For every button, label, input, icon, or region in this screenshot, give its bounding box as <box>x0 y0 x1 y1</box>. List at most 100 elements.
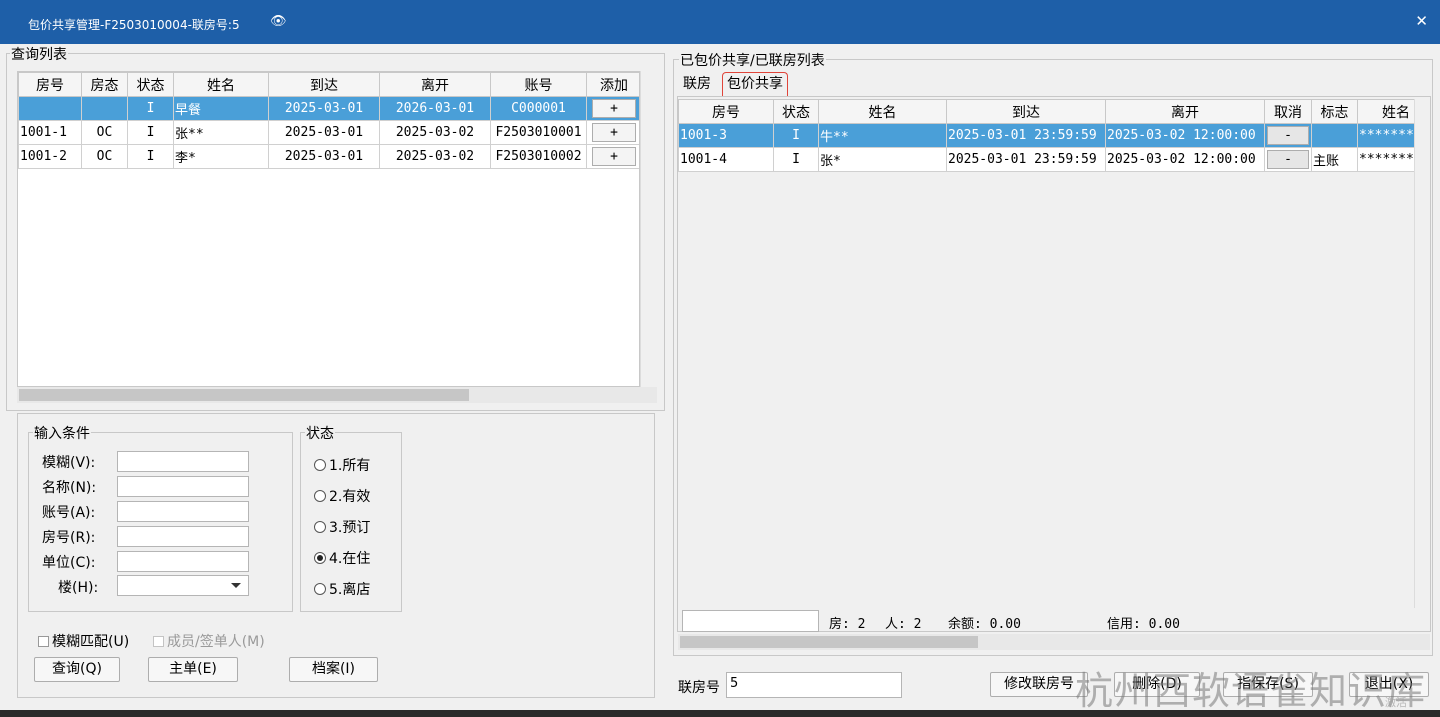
table-row[interactable]: 1001-3 I 牛** 2025-03-01 23:59:59 2025-03… <box>678 123 1414 148</box>
cell-room-state <box>81 96 128 121</box>
cell-status: I <box>773 123 819 148</box>
col-room[interactable]: 房号 <box>678 99 774 124</box>
summary-credit: 信用: 0.00 <box>1107 617 1180 632</box>
radio-icon <box>314 521 326 533</box>
room-input[interactable] <box>117 526 249 547</box>
cell-add: + <box>586 120 639 145</box>
cell-arrive: 2025-03-01 23:59:59 <box>946 123 1106 148</box>
col-name[interactable]: 姓名 <box>173 72 269 97</box>
hscroll-thumb[interactable] <box>680 636 978 648</box>
cell-add: + <box>586 96 639 121</box>
add-button[interactable]: + <box>592 147 636 166</box>
radio-icon <box>314 459 326 471</box>
query-button[interactable]: 查询(Q) <box>34 657 120 682</box>
col-status[interactable]: 状态 <box>773 99 819 124</box>
checkbox-label: 成员/签单人(M) <box>167 634 265 650</box>
col-name-2[interactable]: 姓名 <box>1357 99 1414 124</box>
cell-name-2: ******* <box>1357 147 1414 172</box>
status-radio-all[interactable]: 1.所有 <box>314 455 370 475</box>
share-grid-header: 房号 状态 姓名 到达 离开 取消 标志 姓名 <box>678 99 1414 124</box>
share-grid-hscroll[interactable] <box>678 634 1430 650</box>
col-arrive[interactable]: 到达 <box>268 72 380 97</box>
col-account[interactable]: 账号 <box>490 72 587 97</box>
hscroll-thumb[interactable] <box>19 389 469 401</box>
name-input[interactable] <box>117 476 249 497</box>
cell-depart: 2026-03-01 <box>379 96 491 121</box>
table-row[interactable]: 1001-4 I 张* 2025-03-01 23:59:59 2025-03-… <box>678 147 1414 172</box>
col-room[interactable]: 房号 <box>18 72 82 97</box>
fuzzy-label: 模糊(V): <box>42 455 96 471</box>
main-order-button[interactable]: 主单(E) <box>148 657 238 682</box>
table-row[interactable]: 1001-2 OC I 李* 2025-03-01 2025-03-02 F25… <box>18 144 639 169</box>
building-select[interactable] <box>117 575 249 596</box>
radio-label: 1.所有 <box>329 458 371 474</box>
query-grid-hscroll[interactable] <box>17 387 657 403</box>
cell-status: I <box>773 147 819 172</box>
col-room-state[interactable]: 房态 <box>81 72 128 97</box>
add-button[interactable]: + <box>592 99 636 118</box>
radio-label: 4.在住 <box>329 551 371 567</box>
cell-room: 1001-1 <box>18 120 82 145</box>
col-depart[interactable]: 离开 <box>379 72 491 97</box>
account-label: 账号(A): <box>42 505 96 521</box>
account-input[interactable] <box>117 501 249 522</box>
query-grid-vscroll[interactable] <box>640 71 656 387</box>
col-name[interactable]: 姓名 <box>818 99 947 124</box>
table-row[interactable]: 1001-1 OC I 张** 2025-03-01 2025-03-02 F2… <box>18 120 639 145</box>
fuzzy-input[interactable] <box>117 451 249 472</box>
cell-depart: 2025-03-02 <box>379 144 491 169</box>
link-no-label: 联房号 <box>678 680 720 696</box>
cell-name: 张** <box>173 120 269 145</box>
status-radio-valid[interactable]: 2.有效 <box>314 486 370 506</box>
cancel-button[interactable]: - <box>1267 126 1309 145</box>
unit-label: 单位(C): <box>42 555 96 571</box>
summary-input[interactable] <box>682 610 819 632</box>
cell-depart: 2025-03-02 12:00:00 <box>1105 123 1265 148</box>
cell-arrive: 2025-03-01 23:59:59 <box>946 147 1106 172</box>
bottom-edge <box>0 710 1440 717</box>
unit-input[interactable] <box>117 551 249 572</box>
cell-account: C000001 <box>490 96 587 121</box>
table-row[interactable]: I 早餐 2025-03-01 2026-03-01 C000001 + <box>18 96 639 121</box>
cell-name: 李* <box>173 144 269 169</box>
member-signer-checkbox[interactable]: 成员/签单人(M) <box>153 631 265 651</box>
radio-icon <box>314 490 326 502</box>
fuzzy-match-checkbox[interactable]: 模糊匹配(U) <box>38 631 129 651</box>
cell-depart: 2025-03-02 12:00:00 <box>1105 147 1265 172</box>
close-icon[interactable]: ✕ <box>1415 12 1428 30</box>
status-group-label: 状态 <box>305 423 335 443</box>
cell-room-state: OC <box>81 120 128 145</box>
col-arrive[interactable]: 到达 <box>946 99 1106 124</box>
col-depart[interactable]: 离开 <box>1105 99 1265 124</box>
query-grid-header: 房号 房态 状态 姓名 到达 离开 账号 添加 <box>18 72 639 97</box>
summary-persons: 人: 2 <box>885 617 922 632</box>
query-list-label: 查询列表 <box>10 44 68 64</box>
profile-button[interactable]: 档案(I) <box>289 657 378 682</box>
cell-arrive: 2025-03-01 <box>268 144 380 169</box>
cell-status: I <box>127 96 174 121</box>
col-cancel[interactable]: 取消 <box>1264 99 1312 124</box>
tab-package-share[interactable]: 包价共享 <box>722 72 788 96</box>
checkbox-label: 模糊匹配(U) <box>52 634 130 650</box>
summary-balance: 余额: 0.00 <box>948 617 1021 632</box>
share-grid-vscroll[interactable] <box>1414 99 1430 608</box>
cell-name: 张* <box>818 147 947 172</box>
link-no-input[interactable]: 5 <box>726 672 902 698</box>
status-radio-in-house[interactable]: 4.在住 <box>314 548 370 568</box>
cancel-button[interactable]: - <box>1267 150 1309 169</box>
cell-name-2: ******* <box>1357 123 1414 148</box>
status-radio-reserved[interactable]: 3.预订 <box>314 517 370 537</box>
col-flag[interactable]: 标志 <box>1311 99 1358 124</box>
modify-link-no-button[interactable]: 修改联房号 <box>990 672 1088 697</box>
cell-room: 1001-2 <box>18 144 82 169</box>
col-add[interactable]: 添加 <box>586 72 639 97</box>
cell-name: 早餐 <box>173 96 269 121</box>
cell-room-state: OC <box>81 144 128 169</box>
tab-linked-rooms[interactable]: 联房 <box>683 73 711 97</box>
col-status[interactable]: 状态 <box>127 72 174 97</box>
cell-arrive: 2025-03-01 <box>268 96 380 121</box>
status-radio-departed[interactable]: 5.离店 <box>314 579 370 599</box>
eye-icon[interactable]: 👁 <box>270 14 287 29</box>
room-label: 房号(R): <box>42 530 96 546</box>
add-button[interactable]: + <box>592 123 636 142</box>
